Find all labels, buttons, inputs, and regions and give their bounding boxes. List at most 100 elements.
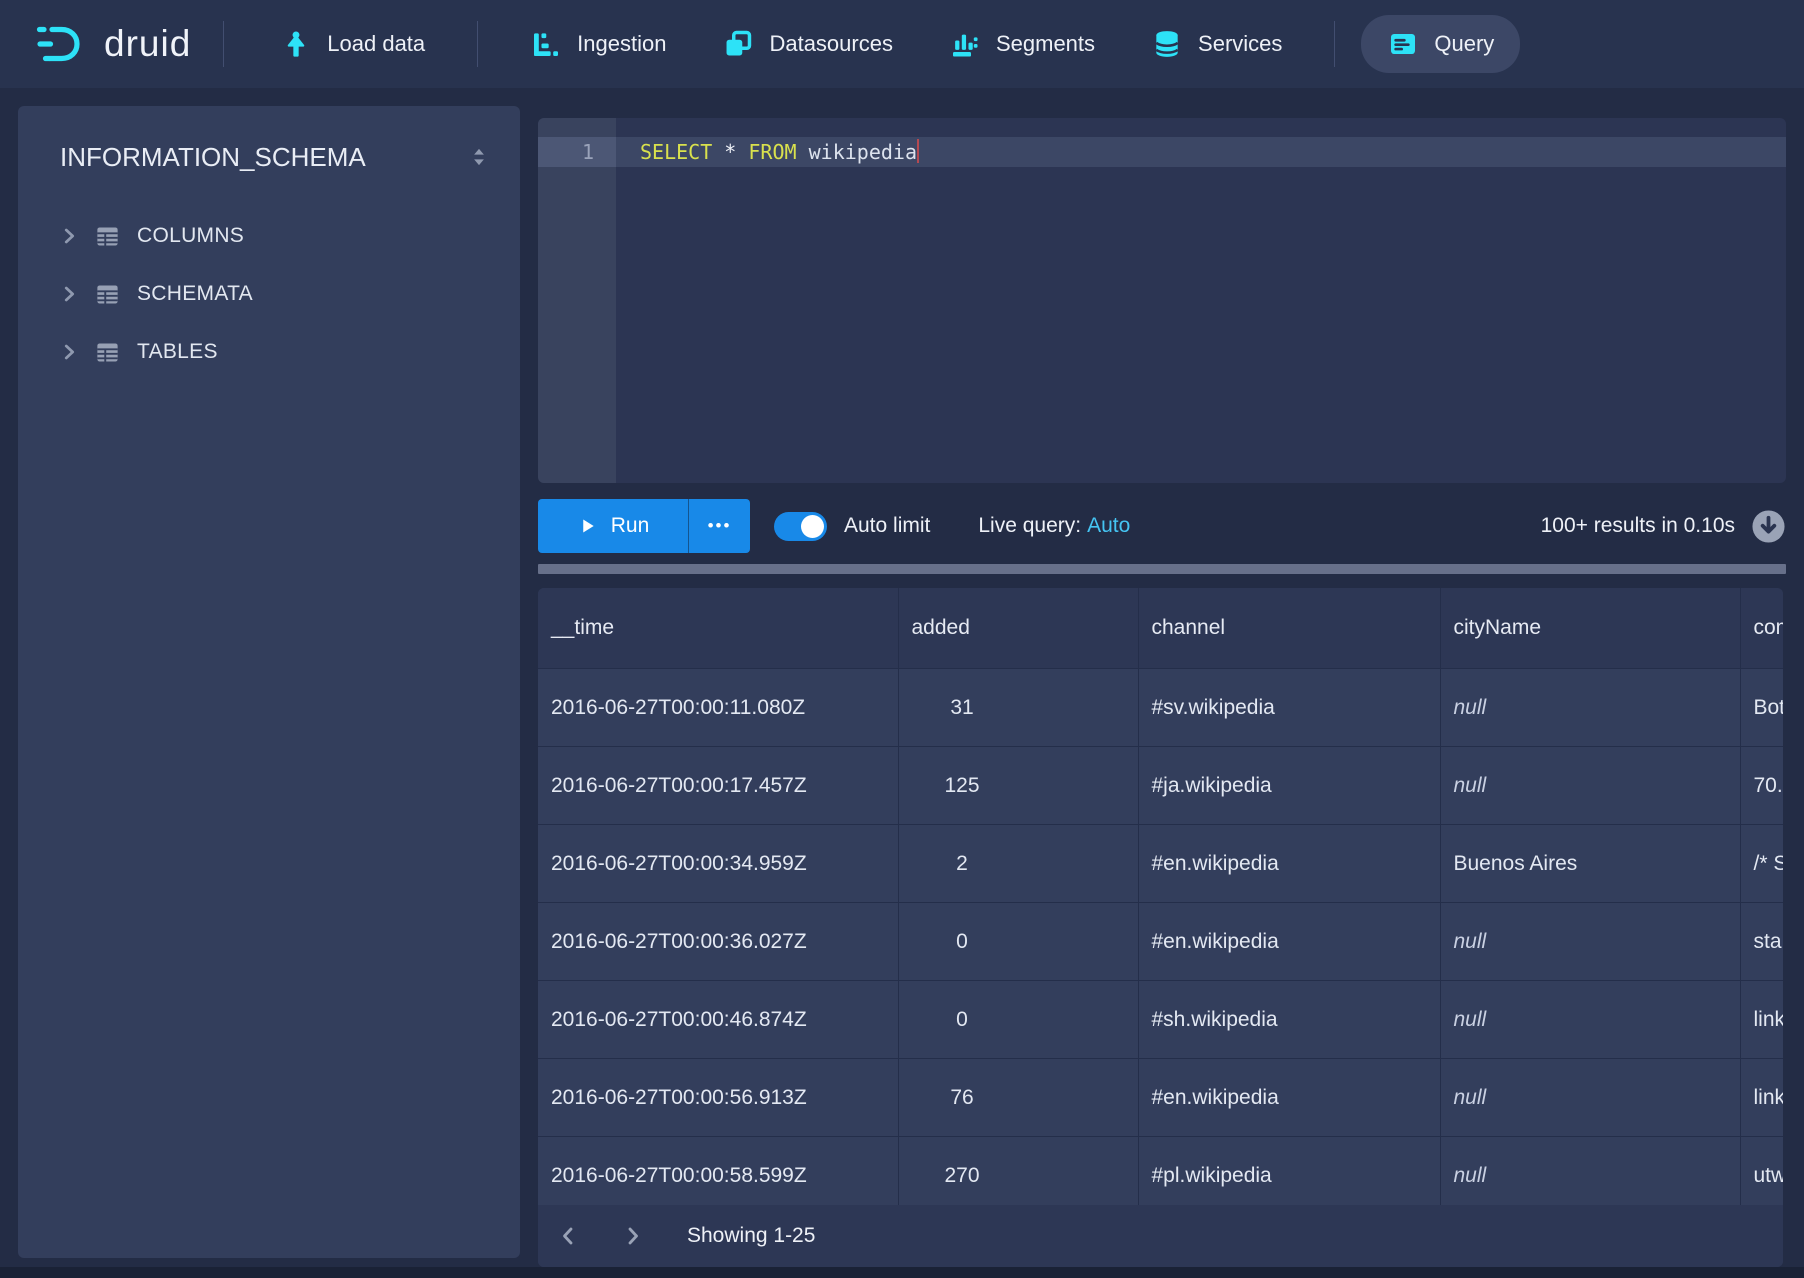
segments-icon bbox=[949, 28, 981, 60]
table-row: 2016-06-27T00:00:58.599Z270#pl.wikipedia… bbox=[538, 1137, 1783, 1215]
cell-time[interactable]: 2016-06-27T00:00:58.599Z bbox=[538, 1137, 898, 1215]
schema-title: INFORMATION_SCHEMA bbox=[60, 142, 366, 172]
cell-cityName[interactable]: null bbox=[1440, 981, 1740, 1059]
showing-label: Showing 1-25 bbox=[687, 1224, 815, 1248]
cell-cityName[interactable]: null bbox=[1440, 747, 1740, 825]
sql-token-plain bbox=[712, 140, 724, 164]
cell-channel[interactable]: #en.wikipedia bbox=[1138, 903, 1440, 981]
schema-tree-item-tables[interactable]: TABLES bbox=[18, 323, 520, 381]
cell-com[interactable]: link bbox=[1740, 1059, 1783, 1137]
prev-page-icon[interactable] bbox=[556, 1224, 580, 1248]
sql-token-keyword: FROM bbox=[748, 140, 796, 164]
run-button[interactable]: Run bbox=[538, 499, 688, 553]
cell-added[interactable]: 125 bbox=[898, 747, 1138, 825]
table-row: 2016-06-27T00:00:46.874Z0#sh.wikipedianu… bbox=[538, 981, 1783, 1059]
cell-channel[interactable]: #en.wikipedia bbox=[1138, 1059, 1440, 1137]
column-header-channel[interactable]: channel bbox=[1138, 588, 1440, 669]
run-button-label: Run bbox=[611, 514, 650, 538]
cell-cityName[interactable]: null bbox=[1440, 903, 1740, 981]
live-query-value[interactable]: Auto bbox=[1087, 514, 1130, 537]
results-horizontal-scrollbar[interactable] bbox=[538, 564, 1786, 574]
column-header-cityName[interactable]: cityName bbox=[1440, 588, 1740, 669]
cell-added[interactable]: 76 bbox=[898, 1059, 1138, 1137]
schema-tree-item-columns[interactable]: COLUMNS bbox=[18, 207, 520, 265]
next-page-icon[interactable] bbox=[621, 1224, 645, 1248]
nav-item-datasources[interactable]: Datasources bbox=[722, 28, 893, 60]
cell-channel[interactable]: #ja.wikipedia bbox=[1138, 747, 1440, 825]
druid-logo[interactable]: druid bbox=[36, 21, 191, 67]
nav-item-segments[interactable]: Segments bbox=[949, 28, 1095, 60]
cell-added[interactable]: 0 bbox=[898, 981, 1138, 1059]
sql-token-identifier: wikipedia bbox=[809, 140, 917, 164]
results-table: __timeaddedchannelcityNamecom 2016-06-27… bbox=[538, 588, 1783, 1215]
results-summary: 100+ results in 0.10s bbox=[1541, 514, 1735, 538]
table-icon bbox=[94, 281, 121, 308]
cell-cityName[interactable]: null bbox=[1440, 669, 1740, 747]
cell-channel[interactable]: #sv.wikipedia bbox=[1138, 669, 1440, 747]
nav-item-label: Datasources bbox=[769, 31, 893, 57]
nav-item-label: Segments bbox=[996, 31, 1095, 57]
nav-item-ingestion[interactable]: Ingestion bbox=[530, 28, 666, 60]
cell-com[interactable]: link bbox=[1740, 981, 1783, 1059]
cell-com[interactable]: 70. bbox=[1740, 747, 1783, 825]
download-results-icon[interactable] bbox=[1751, 509, 1786, 544]
ellipsis-icon: ••• bbox=[708, 516, 732, 536]
run-more-button[interactable]: ••• bbox=[688, 499, 750, 553]
cell-time[interactable]: 2016-06-27T00:00:36.027Z bbox=[538, 903, 898, 981]
cell-channel[interactable]: #sh.wikipedia bbox=[1138, 981, 1440, 1059]
cell-com[interactable]: utw bbox=[1740, 1137, 1783, 1215]
cell-channel[interactable]: #en.wikipedia bbox=[1138, 825, 1440, 903]
results-header-row: __timeaddedchannelcityNamecom bbox=[538, 588, 1783, 669]
cell-com[interactable]: Bot bbox=[1740, 669, 1783, 747]
cell-added[interactable]: 270 bbox=[898, 1137, 1138, 1215]
chevron-right-icon[interactable] bbox=[58, 225, 80, 247]
cell-time[interactable]: 2016-06-27T00:00:46.874Z bbox=[538, 981, 898, 1059]
nav-item-services[interactable]: Services bbox=[1151, 28, 1282, 60]
navbar: druid Load data Ingestion Datasources Segme… bbox=[0, 0, 1804, 88]
column-header-com[interactable]: com bbox=[1740, 588, 1783, 669]
cell-added[interactable]: 2 bbox=[898, 825, 1138, 903]
navbar-divider bbox=[477, 21, 478, 67]
nav-item-query[interactable]: Query bbox=[1361, 15, 1520, 73]
ingestion-icon bbox=[530, 28, 562, 60]
editor-gutter bbox=[538, 118, 616, 483]
navbar-items: Load data Ingestion Datasources Segments Ser… bbox=[224, 15, 1520, 73]
tree-item-label: SCHEMATA bbox=[137, 282, 253, 306]
cell-cityName[interactable]: null bbox=[1440, 1137, 1740, 1215]
auto-limit-toggle[interactable] bbox=[774, 512, 827, 541]
brand-text: druid bbox=[104, 23, 191, 65]
cell-time[interactable]: 2016-06-27T00:00:11.080Z bbox=[538, 669, 898, 747]
cell-time[interactable]: 2016-06-27T00:00:56.913Z bbox=[538, 1059, 898, 1137]
nav-item-label: Query bbox=[1434, 31, 1494, 57]
pagination-footer: Showing 1-25 bbox=[538, 1205, 1783, 1267]
auto-limit-label: Auto limit bbox=[844, 514, 930, 538]
cell-time[interactable]: 2016-06-27T00:00:34.959Z bbox=[538, 825, 898, 903]
tree-item-label: TABLES bbox=[137, 340, 218, 364]
chevron-right-icon[interactable] bbox=[58, 341, 80, 363]
cell-com[interactable]: sta bbox=[1740, 903, 1783, 981]
live-query-label: Live query: bbox=[978, 514, 1081, 537]
table-row: 2016-06-27T00:00:11.080Z31#sv.wikipedian… bbox=[538, 669, 1783, 747]
sql-editor[interactable]: 1 SELECT * FROM wikipedia bbox=[538, 118, 1786, 483]
cell-cityName[interactable]: null bbox=[1440, 1059, 1740, 1137]
query-icon bbox=[1387, 28, 1419, 60]
cell-added[interactable]: 0 bbox=[898, 903, 1138, 981]
cell-channel[interactable]: #pl.wikipedia bbox=[1138, 1137, 1440, 1215]
column-header-time[interactable]: __time bbox=[538, 588, 898, 669]
column-header-added[interactable]: added bbox=[898, 588, 1138, 669]
tree-item-label: COLUMNS bbox=[137, 224, 244, 248]
results-panel: __timeaddedchannelcityNamecom 2016-06-27… bbox=[538, 588, 1783, 1267]
nav-item-label: Load data bbox=[327, 31, 425, 57]
schema-tree-item-schemata[interactable]: SCHEMATA bbox=[18, 265, 520, 323]
cell-com[interactable]: /* S bbox=[1740, 825, 1783, 903]
editor-code-line[interactable]: SELECT * FROM wikipedia bbox=[640, 137, 919, 167]
nav-item-load-data[interactable]: Load data bbox=[280, 28, 425, 60]
live-query: Live query: Auto bbox=[978, 514, 1130, 538]
sql-token-plain bbox=[736, 140, 748, 164]
schema-tree: COLUMNS SCHEMATA TABLES bbox=[18, 207, 520, 381]
chevron-right-icon[interactable] bbox=[58, 283, 80, 305]
double-caret-sort-icon[interactable] bbox=[466, 144, 492, 170]
cell-time[interactable]: 2016-06-27T00:00:17.457Z bbox=[538, 747, 898, 825]
cell-cityName[interactable]: Buenos Aires bbox=[1440, 825, 1740, 903]
cell-added[interactable]: 31 bbox=[898, 669, 1138, 747]
